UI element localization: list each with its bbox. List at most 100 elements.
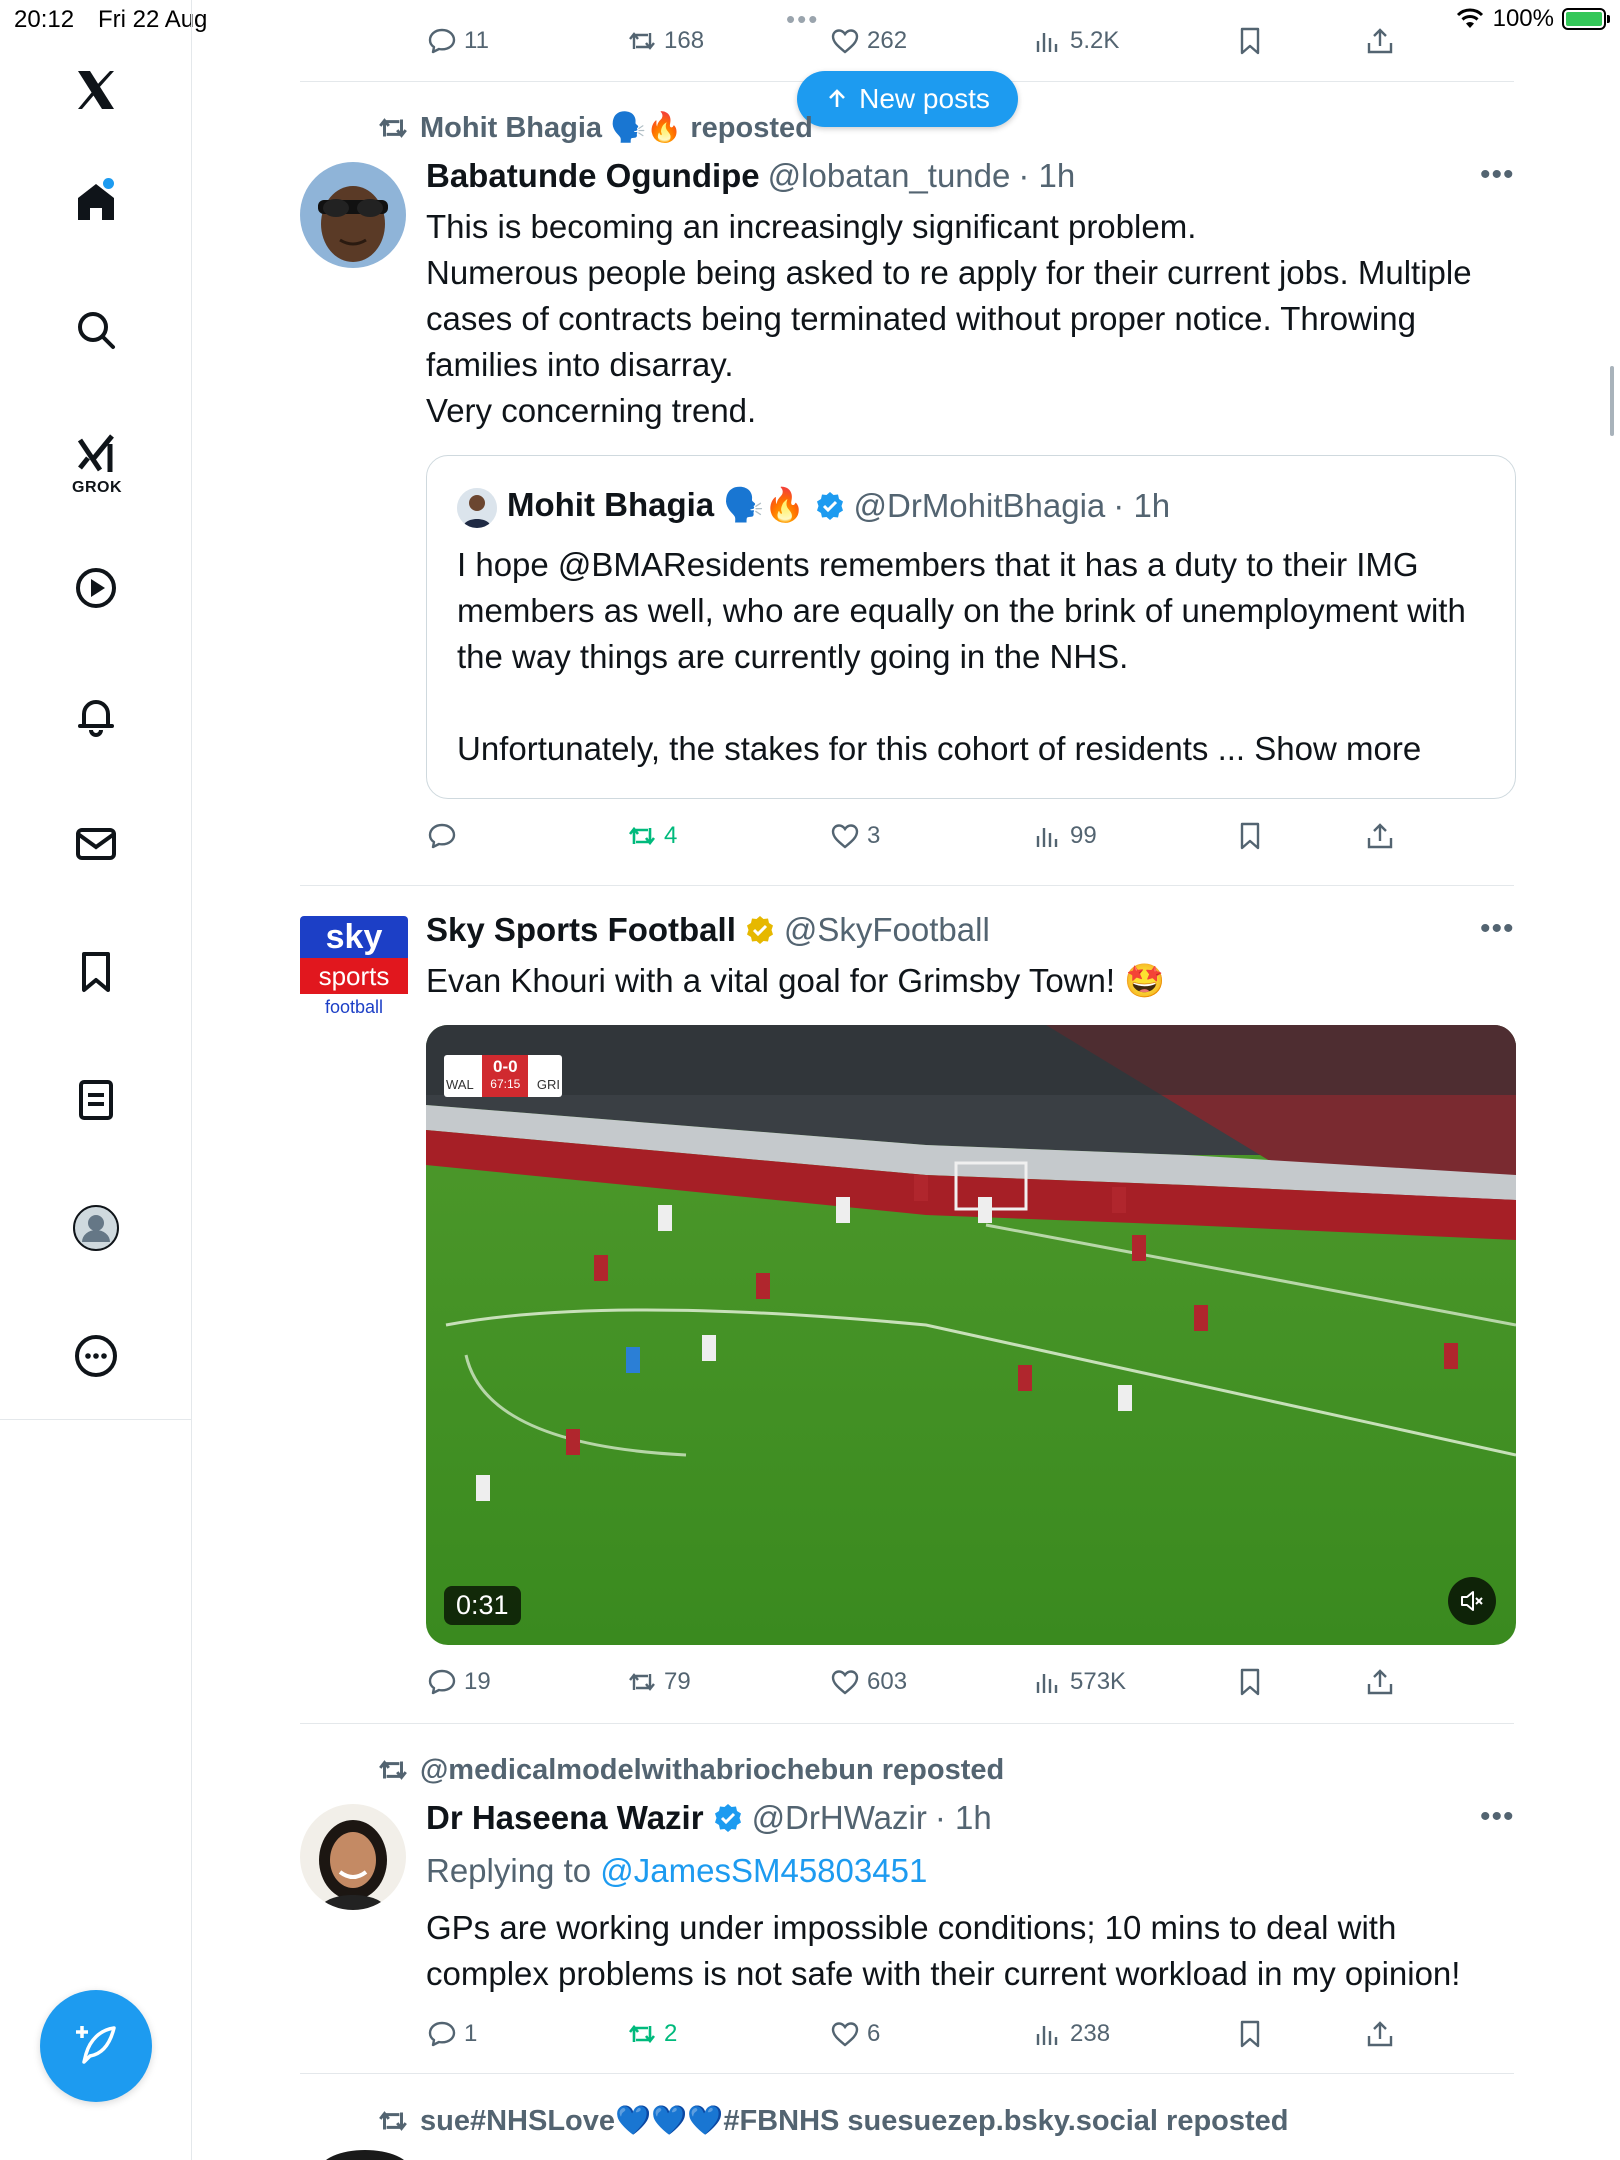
repost-button[interactable]: 79 [626,1662,691,1702]
reply-button[interactable]: 11 [426,21,489,61]
repost-attribution[interactable]: sue#NHSLove💙💙💙#FBNHS suesuezep.bsky.soci… [376,2104,1289,2138]
author-name[interactable]: Sky Sports Football [426,911,736,949]
views-button[interactable]: 573K [1032,1662,1126,1702]
video-duration: 0:31 [444,1586,521,1625]
like-button[interactable]: 6 [829,2014,880,2054]
mute-button[interactable] [1448,1577,1496,1625]
repost-icon [379,1760,407,1780]
avatar[interactable] [300,1804,406,1910]
share-icon [1367,2021,1393,2047]
sidebar-item-grok[interactable] [64,422,128,486]
sidebar-item-search[interactable] [64,298,128,362]
repost-attribution[interactable]: Mohit Bhagia 🗣️🔥 reposted [376,111,813,145]
author-handle[interactable]: @DrHWazir [752,1799,927,1837]
notification-dot [103,178,114,189]
score-center: 0-0 67:15 [490,1057,520,1092]
views-button[interactable]: 99 [1032,816,1097,856]
repost-button[interactable]: 4 [626,816,677,856]
new-posts-button[interactable]: New posts [797,71,1018,127]
tweet-divider [300,885,1514,886]
repost-count: 4 [664,822,678,849]
views-button[interactable]: 5.2K [1032,21,1119,61]
grok-icon [77,434,114,472]
compose-button[interactable] [40,1990,152,2102]
sky-sports-logo[interactable]: sky sports football [300,916,408,1020]
bookmark-icon [1240,1668,1260,1696]
reply-button[interactable]: 1 [426,2014,477,2054]
video-player[interactable]: WAL 0-0 67:15 GRI 0:31 [426,1025,1516,1645]
sidebar-item-profile[interactable] [64,1196,128,1260]
author-name[interactable]: Dr Haseena Wazir [426,1799,704,1837]
share-button[interactable] [1364,1662,1396,1702]
repost-icon [628,826,656,846]
sidebar-item-home[interactable] [64,170,128,234]
reply-count: 19 [464,1668,491,1695]
sidebar-item-bookmarks[interactable] [64,940,128,1004]
avatar[interactable] [320,2150,410,2160]
quote-avatar [457,488,497,528]
avatar[interactable] [300,162,406,268]
more-circle-icon [75,1335,117,1377]
share-button[interactable] [1364,816,1396,856]
reply-button[interactable] [426,816,464,856]
tweet-line: Numerous people being asked to re apply … [426,254,1472,383]
like-button[interactable]: 3 [829,816,880,856]
more-options-icon[interactable]: ••• [1480,158,1515,192]
score-home: WAL [446,1077,474,1092]
share-button[interactable] [1364,21,1396,61]
like-button[interactable]: 603 [829,1662,907,1702]
bookmark-button[interactable] [1234,2014,1266,2054]
repost-icon [379,118,407,138]
tweet-line: Very concerning trend. [426,392,757,429]
more-options-icon[interactable]: ••• [1480,1800,1515,1834]
views-count: 99 [1070,822,1097,849]
scrollbar-thumb[interactable] [1610,366,1614,436]
sidebar: GROK [0,0,192,2160]
sidebar-item-lists[interactable] [64,1068,128,1132]
repost-button[interactable]: 2 [626,2014,677,2054]
repost-button[interactable]: 168 [626,21,704,61]
more-options-icon[interactable]: ••• [1480,912,1515,946]
author-name[interactable]: Babatunde Ogundipe [426,157,760,195]
heart-icon [831,1670,859,1695]
reply-icon [428,2021,456,2047]
repost-icon [629,32,655,50]
bookmark-button[interactable] [1234,21,1266,61]
tweet-divider [300,2073,1514,2074]
replying-to-handle[interactable]: @JamesSM45803451 [600,1852,927,1889]
repost-count: 2 [664,2020,678,2047]
repost-attribution[interactable]: @medicalmodelwithabriochebun reposted [376,1753,1004,1787]
views-button[interactable]: 238 [1032,2014,1110,2054]
share-icon [1367,28,1393,54]
sidebar-item-messages[interactable] [64,812,128,876]
tweet-line: Evan Khouri with a vital goal for Grimsb… [426,962,1166,999]
sidebar-item-notifications[interactable] [64,684,128,748]
share-icon [1367,1669,1393,1695]
reply-count: 1 [464,2020,478,2047]
tweet-time[interactable]: · 1h [1018,157,1075,195]
sidebar-item-more[interactable] [64,1324,128,1388]
sidebar-divider [0,1419,192,1420]
like-button[interactable]: 262 [829,21,907,61]
like-count: 603 [867,1668,908,1695]
mail-icon [76,828,116,860]
tweet-time[interactable]: · 1h [935,1799,992,1837]
author-handle[interactable]: @SkyFootball [784,911,990,949]
quote-header: Mohit Bhagia 🗣️🔥 @DrMohitBhagia · 1h [507,486,1170,525]
logo-sports-text: sports [300,958,408,994]
views-count: 573K [1070,1668,1127,1695]
repost-attribution-text: Mohit Bhagia 🗣️🔥 reposted [420,112,813,144]
share-button[interactable] [1364,2014,1396,2054]
x-logo-icon[interactable] [64,58,128,122]
tweet-line: This is becoming an increasingly signifi… [426,208,1197,245]
author-handle[interactable]: @lobatan_tunde [768,157,1011,195]
reply-button[interactable]: 19 [426,1662,491,1702]
bookmark-button[interactable] [1234,1662,1266,1702]
sidebar-item-videos[interactable] [64,556,128,620]
bookmark-button[interactable] [1234,816,1266,856]
quote-paragraph: I hope @BMAResidents remembers that it h… [457,546,1466,675]
bell-icon [78,700,114,737]
replying-to-prefix: Replying to [426,1852,592,1889]
quoted-tweet-card[interactable]: Mohit Bhagia 🗣️🔥 @DrMohitBhagia · 1h I h… [426,455,1516,799]
share-icon [1367,823,1393,849]
